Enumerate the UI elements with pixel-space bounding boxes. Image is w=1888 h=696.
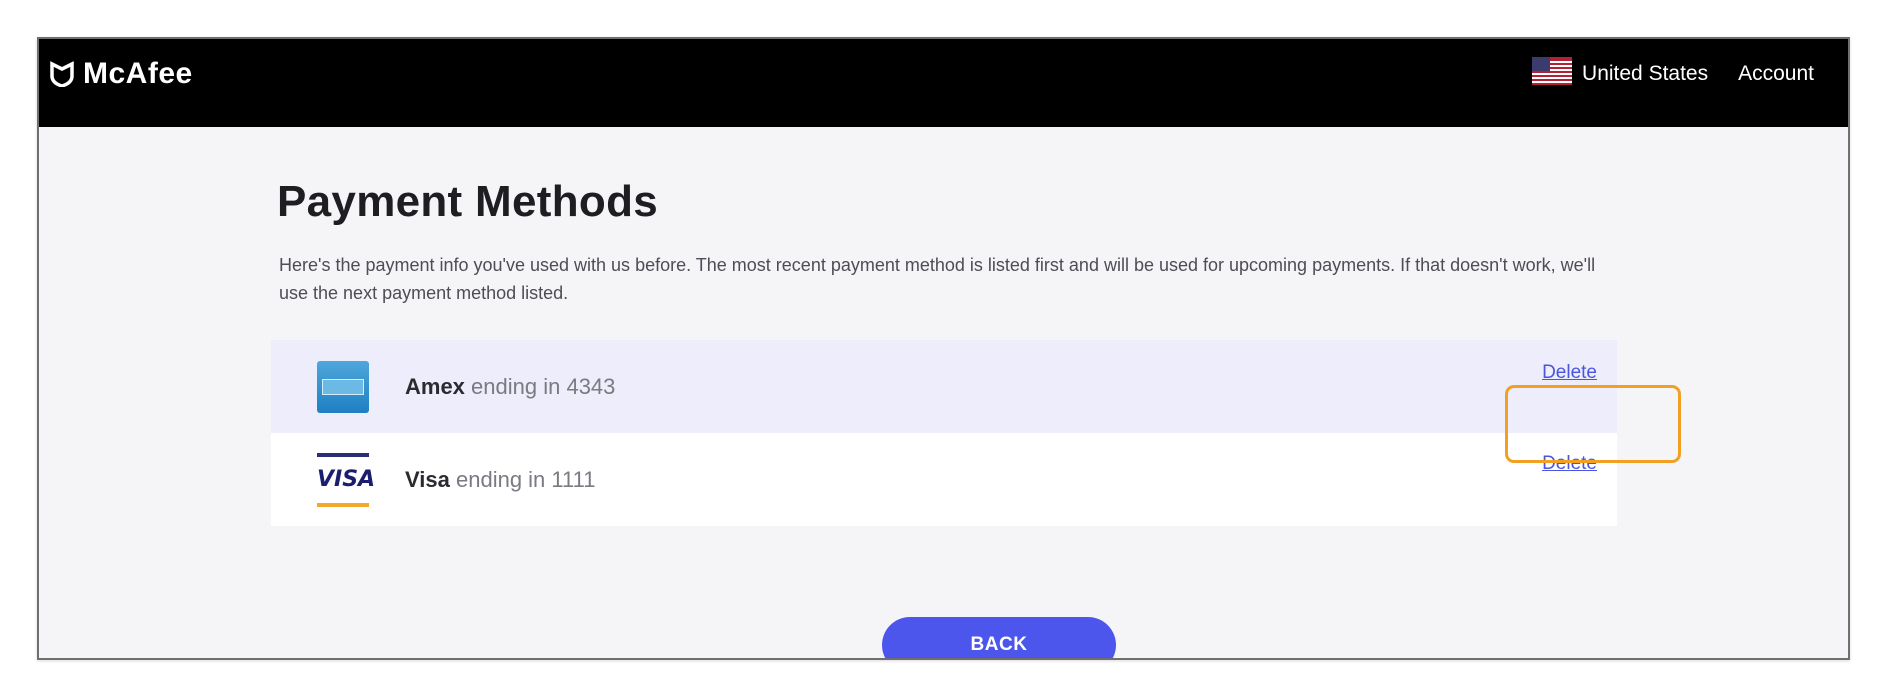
visa-card-icon: VISA (317, 452, 376, 507)
page-description: Here's the payment info you've used with… (279, 255, 1596, 303)
payment-method-label: Visa ending in 1111 (405, 467, 595, 493)
visa-logo-text: VISA (317, 466, 376, 492)
payment-method-row-amex: Amex ending in 4343 Delete (271, 340, 1617, 433)
back-button[interactable]: BACK (882, 617, 1116, 658)
delete-visa-link[interactable]: Delete (1542, 453, 1597, 475)
card-detail: ending in 4343 (471, 373, 616, 399)
browser-page-frame: McAfee United States Account Payment Met… (37, 37, 1850, 660)
card-detail: ending in 1111 (455, 466, 596, 492)
payment-methods-list: Amex ending in 4343 Delete VISA Visa end… (271, 340, 1617, 526)
logo-text: McAfee (83, 57, 193, 90)
payment-method-row-visa: VISA Visa ending in 1111 Delete (271, 433, 1617, 526)
page-title: Payment Methods (277, 177, 659, 226)
us-flag-icon (1532, 57, 1573, 91)
payment-method-label: Amex ending in 4343 (405, 374, 615, 400)
mcafee-logo[interactable]: McAfee (49, 57, 193, 91)
mcafee-shield-icon (50, 61, 74, 87)
header-right-nav: United States Account (1532, 57, 1814, 91)
card-brand: Visa (405, 466, 450, 492)
card-brand: Amex (405, 373, 465, 399)
delete-amex-link[interactable]: Delete (1542, 362, 1597, 384)
amex-card-icon (317, 360, 369, 414)
top-navigation-bar: McAfee United States Account (39, 39, 1848, 127)
account-link[interactable]: Account (1738, 62, 1814, 86)
country-selector[interactable]: United States (1582, 62, 1708, 86)
